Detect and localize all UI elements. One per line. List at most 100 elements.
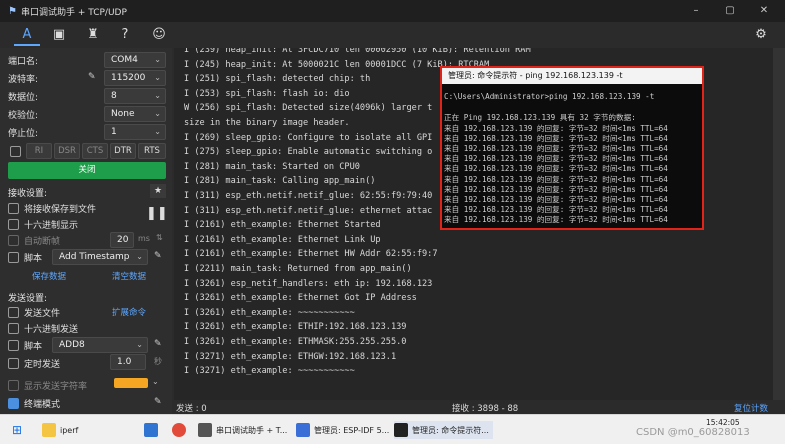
hex-display-checkbox[interactable] — [8, 219, 19, 230]
port-select[interactable]: COM4 ⌄ — [104, 52, 166, 68]
script2-label: 脚本 — [24, 342, 43, 352]
taskbar-app2[interactable]: 管理员: ESP-IDF 5... — [296, 421, 389, 439]
taskbar-app1[interactable]: 串口调试助手 + T... — [198, 421, 287, 439]
taskbar-iperf[interactable]: iperf — [42, 421, 78, 439]
flow-cts[interactable]: CTS — [82, 143, 108, 159]
timed-send-input[interactable]: 1.0 — [110, 354, 146, 370]
image-icon[interactable]: ▣ — [46, 24, 72, 46]
font-icon[interactable]: A — [14, 24, 40, 46]
close-button[interactable]: ✕ — [747, 0, 781, 22]
taskbar-iperf-label: iperf — [60, 425, 79, 435]
status-bar: 发送 : 0 接收 : 3898 - 88 复位计数 — [174, 400, 785, 414]
terminal-line: I (253) spi_flash: flash io: dio — [184, 88, 350, 99]
auto-break-unit: ms — [138, 234, 150, 243]
show-rate-label: 显示发送字符率 — [24, 382, 88, 392]
hex-display-label: 十六进制显示 — [24, 221, 79, 231]
flow-checkbox[interactable] — [10, 146, 21, 157]
taskbar-app3-label: 管理员: 命令提示符... — [412, 425, 489, 435]
save-to-file-checkbox[interactable] — [8, 203, 19, 214]
parity-value: None — [111, 109, 135, 119]
auto-break-label: 自动断帧 — [24, 237, 61, 247]
windows-start-icon[interactable]: ⊞ — [12, 423, 22, 437]
smiley-icon[interactable]: ☺ — [146, 24, 172, 46]
help-icon[interactable]: ? — [112, 24, 138, 46]
watermark: CSDN @m0_60828013 — [636, 427, 750, 438]
hex-send-label: 十六进制发送 — [24, 325, 79, 335]
timed-send-checkbox[interactable] — [8, 358, 19, 369]
terminal-line: I (2161) eth_example: Ethernet Started — [184, 220, 381, 231]
app-window: ⚑ 串口调试助手 + TCP/UDP – ▢ ✕ A ▣ ♜ ? ☺ ⚙ 端口名… — [0, 0, 785, 414]
pause-icon[interactable]: ❚❚ — [146, 206, 168, 221]
recv-count: 接收 : 3898 - 88 — [452, 404, 519, 414]
show-rate-checkbox[interactable] — [8, 380, 19, 391]
store-icon[interactable] — [144, 423, 158, 437]
clear-data-link[interactable]: 清空数据 — [112, 270, 146, 282]
databits-select[interactable]: 8 ⌄ — [104, 88, 166, 104]
clock[interactable]: 15:42:05 — [706, 418, 740, 427]
title-bar: ⚑ 串口调试助手 + TCP/UDP – ▢ ✕ — [0, 0, 785, 22]
cmd-line: 来自 192.168.123.139 的回复: 字节=32 时间<1ms TTL… — [444, 215, 668, 225]
auto-break-input[interactable]: 20 — [110, 232, 134, 248]
close-port-button[interactable]: 关闭 — [8, 162, 166, 179]
window-title: 串口调试助手 + TCP/UDP — [20, 7, 127, 18]
baud-label: 波特率: — [8, 75, 39, 85]
terminal-line: I (239) heap_init: At 3FCDC710 len 00002… — [184, 48, 531, 55]
script-checkbox[interactable] — [8, 252, 19, 263]
stopbits-label: 停止位: — [8, 129, 39, 139]
shirt-icon[interactable]: ♜ — [80, 24, 106, 46]
terminal-line: I (275) sleep_gpio: Enable automatic swi… — [184, 147, 433, 158]
script-select[interactable]: Add Timestamp ⌄ — [52, 249, 148, 265]
flow-dsr[interactable]: DSR — [54, 143, 80, 159]
chevron-down-icon: ⌄ — [154, 109, 161, 118]
expand-cmd-link[interactable]: 扩展命令 — [112, 306, 146, 318]
terminal-mode-checkbox[interactable] — [8, 398, 19, 409]
terminal-line: I (311) esp_eth.netif.netif_glue: 62:55:… — [184, 191, 433, 201]
baud-edit-icon[interactable]: ✎ — [88, 72, 96, 82]
color-picker[interactable] — [114, 378, 148, 388]
chevron-down-icon: ⌄ — [154, 127, 161, 136]
chrome-icon[interactable] — [172, 423, 186, 437]
hex-send-checkbox[interactable] — [8, 323, 19, 334]
terminal-line: I (3271) eth_example: ~~~~~~~~~~~ — [184, 366, 355, 377]
minimize-button[interactable]: – — [679, 0, 713, 22]
chevron-down-icon: ⌄ — [154, 55, 161, 64]
stopbits-select[interactable]: 1 ⌄ — [104, 124, 166, 140]
databits-value: 8 — [111, 91, 117, 101]
taskbar-app3[interactable]: 管理员: 命令提示符... — [394, 421, 493, 439]
cmd-window[interactable]: 管理员: 命令提示符 - ping 192.168.123.139 -t C:\… — [440, 66, 704, 230]
terminal-line: I (3261) esp_netif_handlers: eth ip: 192… — [184, 278, 433, 289]
auto-break-checkbox[interactable] — [8, 235, 19, 246]
parity-select[interactable]: None ⌄ — [104, 106, 166, 122]
send-settings-heading: 发送设置: — [8, 294, 48, 304]
serial-tool-icon — [198, 423, 212, 437]
save-data-link[interactable]: 保存数据 — [32, 270, 66, 282]
terminal-scrollbar[interactable] — [773, 48, 785, 400]
edit-icon[interactable]: ✎ — [154, 251, 162, 261]
terminal-line: I (2161) eth_example: Ethernet Link Up — [184, 234, 381, 245]
flow-ri[interactable]: RI — [26, 143, 52, 159]
edit-icon[interactable]: ✎ — [154, 397, 162, 407]
send-file-checkbox[interactable] — [8, 307, 19, 318]
flow-rts[interactable]: RTS — [138, 143, 166, 159]
chevron-down-icon: ⌄ — [136, 340, 143, 349]
chevron-down-icon: ⌄ — [154, 73, 161, 82]
chevron-down-icon: ⌄ — [154, 91, 161, 100]
script2-select[interactable]: ADD8 ⌄ — [52, 337, 148, 353]
pin-icon[interactable]: ★ — [150, 184, 166, 198]
reset-count-link[interactable]: 复位计数 — [734, 402, 768, 414]
taskbar-app1-label: 串口调试助手 + T... — [216, 425, 288, 435]
edit-icon[interactable]: ✎ — [154, 339, 162, 349]
baud-value: 115200 — [111, 73, 146, 83]
terminal-line: I (3261) eth_example: ~~~~~~~~~~~ — [184, 307, 355, 318]
terminal-line: I (281) main_task: Calling app_main() — [184, 176, 376, 187]
settings-icon[interactable]: ⚙ — [748, 24, 774, 46]
cmd-icon — [394, 423, 408, 437]
baud-select[interactable]: 115200 ⌄ — [104, 70, 166, 86]
port-value: COM4 — [111, 55, 138, 65]
script2-checkbox[interactable] — [8, 340, 19, 351]
chevron-down-icon[interactable]: ⌄ — [152, 377, 159, 386]
flow-dtr[interactable]: DTR — [110, 143, 136, 159]
script-label: 脚本 — [24, 254, 43, 264]
maximize-button[interactable]: ▢ — [713, 0, 747, 22]
stepper-icon[interactable]: ⇅ — [156, 233, 163, 242]
